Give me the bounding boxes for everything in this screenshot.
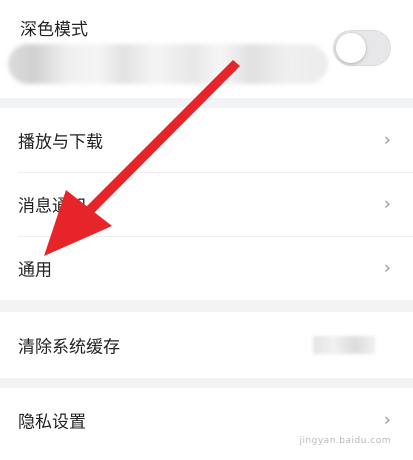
- watermark-text: jingyan.baidu.com: [299, 436, 391, 446]
- toggle-knob: [336, 33, 366, 63]
- settings-item-label: 播放与下载: [18, 132, 103, 153]
- settings-item-label: 消息通知: [18, 196, 86, 217]
- blurred-description: [8, 44, 328, 84]
- settings-item-clear-cache[interactable]: 清除系统缓存: [0, 313, 413, 377]
- chevron-right-icon: ›: [383, 409, 391, 431]
- clear-cache-label: 清除系统缓存: [18, 337, 120, 358]
- dark-mode-section: 深色模式: [0, 0, 413, 98]
- settings-item-general[interactable]: 通用 ›: [0, 236, 413, 300]
- cache-size-value: [313, 336, 375, 354]
- settings-item-label: 通用: [18, 260, 52, 281]
- chevron-right-icon: ›: [383, 129, 391, 151]
- settings-list: 播放与下载 › 消息通知 › 通用 ›: [0, 108, 413, 300]
- privacy-section: 隐私设置 › jingyan.baidu.com: [0, 388, 413, 460]
- privacy-label: 隐私设置: [18, 412, 86, 433]
- dark-mode-label: 深色模式: [20, 20, 88, 40]
- chevron-right-icon: ›: [383, 257, 391, 279]
- dark-mode-toggle[interactable]: [333, 30, 391, 66]
- settings-item-notifications[interactable]: 消息通知 ›: [0, 172, 413, 236]
- settings-item-playback-download[interactable]: 播放与下载 ›: [0, 108, 413, 172]
- clear-cache-section: 清除系统缓存: [0, 312, 413, 378]
- chevron-right-icon: ›: [383, 193, 391, 215]
